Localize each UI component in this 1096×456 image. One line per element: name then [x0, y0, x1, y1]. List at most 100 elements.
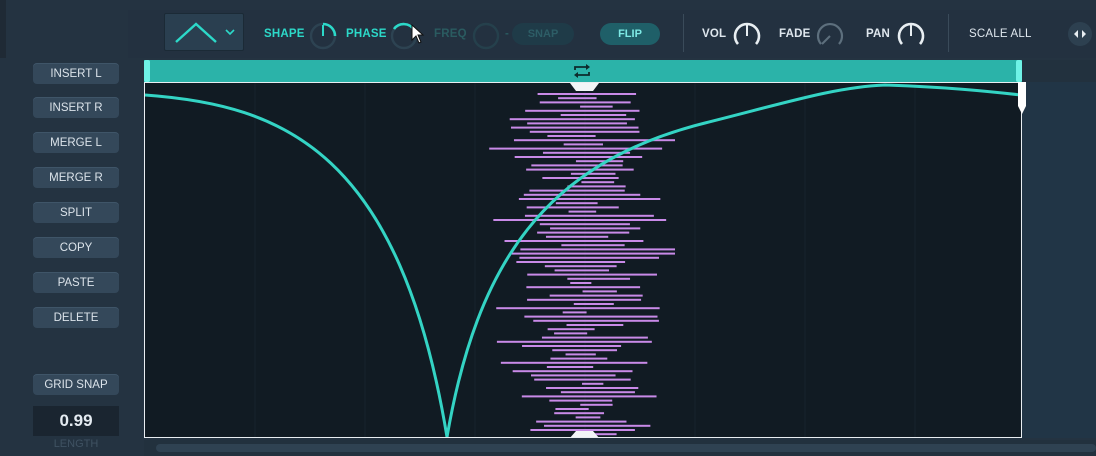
scale-all-button[interactable]: SCALE ALL [969, 28, 1032, 40]
shape-knob[interactable] [309, 22, 337, 50]
loop-icon [574, 64, 590, 78]
envelope-editor[interactable] [144, 82, 1022, 438]
note-bar [536, 420, 627, 423]
note-bar [543, 424, 651, 427]
grid-snap-button[interactable]: GRID SNAP [33, 374, 119, 395]
note-bar [504, 240, 644, 242]
note-bar [563, 143, 603, 146]
note-bar [526, 286, 641, 289]
toolbar: SHAPE PHASE FREQ - SNAP FLIP VOL FADE PA… [128, 10, 1096, 58]
note-bar [561, 244, 625, 247]
bottom-marker-handle[interactable] [569, 431, 600, 438]
insert-right-button[interactable]: INSERT R [33, 97, 119, 118]
note-bar [518, 198, 661, 200]
note-bar [547, 135, 596, 137]
timeline-overflow [1022, 82, 1096, 438]
vol-label: VOL [702, 28, 727, 40]
pan-label: PAN [866, 28, 891, 40]
note-bar [552, 349, 618, 352]
top-marker-handle[interactable] [570, 83, 599, 91]
chevron-down-icon [225, 29, 235, 36]
note-bar [512, 370, 633, 373]
shape-selector[interactable] [164, 13, 244, 51]
note-bar [526, 168, 634, 171]
end-point-handle[interactable] [1014, 82, 1030, 116]
note-bar [549, 294, 643, 297]
note-bar [555, 408, 589, 410]
note-bar [570, 282, 592, 284]
note-bar [542, 151, 631, 154]
split-button[interactable]: SPLIT [33, 202, 119, 223]
note-bar [516, 261, 626, 263]
snap-button[interactable]: SNAP [512, 23, 574, 45]
note-bar [526, 206, 619, 209]
mouse-cursor-icon [411, 24, 425, 44]
note-bar [525, 109, 640, 112]
flip-button[interactable]: FLIP [600, 23, 660, 45]
note-bar [493, 219, 667, 221]
envelope-canvas[interactable] [145, 83, 1022, 438]
vol-knob[interactable] [733, 22, 761, 50]
note-bar [555, 202, 598, 205]
note-bar [522, 345, 622, 347]
note-bar [531, 164, 623, 167]
note-bar [580, 403, 613, 406]
note-bar [524, 214, 654, 217]
note-bar [567, 185, 626, 188]
left-right-arrows-icon [1074, 30, 1086, 38]
note-bar [580, 105, 613, 108]
pan-knob[interactable] [897, 22, 925, 50]
freq-label: FREQ [434, 28, 467, 40]
note-bar [575, 160, 624, 163]
loop-end-handle[interactable] [1016, 60, 1022, 82]
note-bar [581, 181, 615, 184]
note-bar [527, 298, 642, 301]
insert-left-button[interactable]: INSERT L [33, 63, 119, 84]
fade-knob[interactable] [816, 22, 844, 50]
note-bar [549, 399, 613, 402]
note-bar [573, 303, 614, 305]
note-bar [547, 328, 595, 331]
midi-notes [489, 93, 675, 438]
copy-button[interactable]: COPY [33, 237, 119, 258]
loop-start-handle[interactable] [144, 60, 150, 82]
note-bar [539, 101, 631, 104]
toolbar-divider [948, 14, 949, 52]
delete-button[interactable]: DELETE [33, 307, 119, 328]
scrollbar-thumb[interactable] [156, 444, 1096, 452]
merge-left-button[interactable]: MERGE L [33, 132, 119, 153]
note-bar [554, 332, 588, 335]
freq-knob[interactable] [472, 22, 500, 50]
note-bar [554, 412, 605, 415]
note-bar [575, 416, 601, 419]
note-bar [550, 357, 608, 360]
note-bar [554, 269, 610, 272]
note-bar [524, 315, 658, 318]
length-label: LENGTH [53, 438, 99, 450]
note-bar [568, 210, 597, 213]
paste-button[interactable]: PASTE [33, 272, 119, 293]
note-bar [544, 265, 617, 268]
note-bar [550, 227, 641, 230]
sidebar: INSERT L INSERT R MERGE L MERGE R SPLIT … [0, 58, 140, 456]
note-bar [519, 256, 659, 259]
note-bar [533, 319, 659, 322]
note-bar [522, 437, 648, 438]
note-bar [510, 126, 639, 129]
length-value[interactable]: 0.99 [33, 406, 119, 436]
note-bar [546, 366, 594, 368]
note-bar [562, 311, 587, 314]
triangle-wave-icon [175, 22, 217, 43]
note-bar [527, 122, 627, 125]
nav-arrows-button[interactable] [1068, 22, 1092, 46]
note-bar [546, 387, 639, 389]
note-bar [511, 252, 675, 255]
note-bar [496, 307, 660, 310]
note-bar [521, 395, 657, 398]
merge-right-button[interactable]: MERGE R [33, 167, 119, 188]
toolbar-divider [683, 14, 684, 52]
fade-label: FADE [779, 28, 811, 40]
note-bar [560, 391, 635, 394]
note-bar [527, 273, 657, 276]
shape-label: SHAPE [264, 28, 305, 40]
